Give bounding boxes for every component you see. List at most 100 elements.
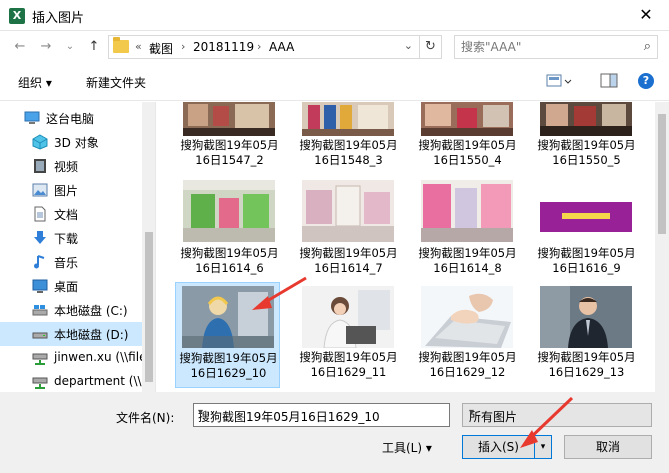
file-item[interactable]: 搜狗截图19年05月16日1616_9 [534,178,639,284]
file-name: 搜狗截图19年05月16日1614_8 [418,246,517,275]
sidebar-item-3d-objects[interactable]: 3D 对象 [0,130,142,154]
file-item[interactable]: 搜狗截图19年05月16日1629_13 [534,282,639,388]
sidebar-item-label: 桌面 [54,280,79,294]
sidebar-item-drive-d[interactable]: 本地磁盘 (D:) [0,322,142,346]
store-photo-thumbnail [421,102,513,136]
chevron-right-icon: › [181,40,186,53]
scrollbar-thumb[interactable] [145,232,153,382]
tools-menu[interactable]: 工具(L) ▾ [382,439,432,456]
organize-menu[interactable]: 组织 ▾ [18,74,52,91]
sidebar-scrollbar[interactable] [142,102,155,392]
sidebar-item-label: 视频 [54,160,79,174]
sidebar-item-label: 文档 [54,208,79,222]
store-photo-thumbnail [183,180,275,242]
breadcrumb-item[interactable]: 20181119 [193,40,254,54]
file-name: 搜狗截图19年05月16日1629_10 [179,351,278,380]
store-photo-thumbnail [421,180,513,242]
file-item[interactable]: 搜狗截图19年05月16日1629_11 [296,282,401,388]
command-bar: 组织 ▾ 新建文件夹 ? [0,63,669,101]
sidebar-item-downloads[interactable]: 下载 [0,226,142,250]
sidebar-item-label: department (\\ [54,374,142,388]
drive-icon [32,305,48,316]
3d-objects-icon [32,134,48,150]
refresh-button[interactable]: ↻ [419,36,441,58]
sidebar-item-label: jinwen.xu (\\file [54,350,147,364]
pictures-icon [32,183,48,197]
sidebar-item-label: 图片 [54,184,79,198]
folder-icon [113,37,129,53]
breadcrumb-item[interactable]: 截图 [149,40,173,57]
file-name: 搜狗截图19年05月16日1629_11 [299,350,398,379]
store-photo-thumbnail [183,102,275,136]
sidebar-item-label: 本地磁盘 (D:) [54,328,129,342]
close-button[interactable]: ✕ [623,0,669,30]
breadcrumb-item[interactable]: AAA [269,40,294,54]
file-list: 搜狗截图19年05月16日1547_2 搜狗截图19年05月16日1548_3 … [157,102,655,392]
woman-laptop-thumbnail [302,286,394,348]
cancel-button[interactable]: 取消 [564,435,652,459]
preview-pane-icon [600,73,618,88]
help-icon[interactable]: ? [638,73,654,89]
file-name: 搜狗截图19年05月16日1550_4 [418,138,517,167]
file-name: 搜狗截图19年05月16日1629_12 [418,350,517,379]
new-folder-button[interactable]: 新建文件夹 [86,74,146,91]
file-item[interactable]: 搜狗截图19年05月16日1629_12 [415,282,520,388]
search-box[interactable]: ⌕ [454,35,658,59]
file-item-selected[interactable]: 搜狗截图19年05月16日1629_10 [175,282,280,388]
dialog-footer: 文件名(N): 搜狗截图19年05月16日1629_10 ▾ 所有图片 ▾ 工具… [0,392,669,473]
view-options-button[interactable] [546,73,572,92]
sidebar-item-network-department[interactable]: department (\\ [0,370,142,392]
view-icon [546,74,572,87]
banner-thumbnail [540,202,632,232]
forward-button[interactable]: → [38,39,54,55]
up-button[interactable]: ↑ [86,39,102,55]
chevron-down-icon[interactable]: ▾ [198,407,445,418]
chevron-down-icon: ▾ [425,441,432,455]
file-name: 搜狗截图19年05月16日1629_13 [537,350,636,379]
sidebar-item-drive-c[interactable]: 本地磁盘 (C:) [0,298,142,322]
sidebar-item-music[interactable]: 音乐 [0,250,142,274]
sidebar-item-documents[interactable]: 文档 [0,202,142,226]
excel-icon: X [9,8,25,24]
video-icon [34,159,46,173]
chevron-down-icon[interactable]: ⌄ [404,39,413,52]
file-list-scrollbar[interactable] [655,102,669,392]
address-bar[interactable]: « 截图 › 20181119 › AAA ⌄ ↻ [108,35,442,59]
search-input[interactable] [461,39,631,55]
file-name: 搜狗截图19年05月16日1550_5 [537,138,636,167]
drive-icon [32,332,48,339]
file-item[interactable]: 搜狗截图19年05月16日1614_8 [415,178,520,284]
file-type-select[interactable]: 所有图片 ▾ [462,403,652,427]
download-icon [34,231,46,244]
back-button[interactable]: ← [12,39,28,55]
tools-label: 工具(L) [382,441,423,455]
music-icon [34,255,45,269]
insert-button[interactable]: 插入(S) [462,435,535,459]
computer-icon [24,111,40,124]
sidebar-item-network-jinwen[interactable]: jinwen.xu (\\file [0,346,146,370]
preview-pane-button[interactable] [600,73,618,92]
recent-locations-button[interactable]: ⌄ [62,39,78,55]
filename-field[interactable]: 搜狗截图19年05月16日1629_10 ▾ [193,403,450,427]
chevron-right-icon: › [257,40,262,53]
file-item[interactable]: 搜狗截图19年05月16日1614_7 [296,178,401,284]
desktop-icon [32,279,48,293]
sidebar-item-label: 音乐 [54,256,79,270]
search-icon[interactable]: ⌕ [644,39,651,54]
breadcrumb-overflow[interactable]: « [135,40,142,53]
file-name: 搜狗截图19年05月16日1614_6 [180,246,279,275]
sidebar-item-desktop[interactable]: 桌面 [0,274,142,298]
sidebar-item-videos[interactable]: 视频 [0,154,142,178]
sidebar-item-this-pc[interactable]: 这台电脑 [0,106,142,130]
file-name: 搜狗截图19年05月16日1614_7 [299,246,398,275]
sidebar-item-pictures[interactable]: 图片 [0,178,142,202]
window-title: 插入图片 [32,11,85,26]
scrollbar-thumb[interactable] [658,114,666,234]
filename-label: 文件名(N): [116,411,175,425]
store-photo-thumbnail [302,102,394,136]
insert-options-button[interactable]: ▾ [534,435,552,459]
sidebar-item-label: 3D 对象 [54,136,99,150]
navigation-pane: 这台电脑 3D 对象 视频 图片 文档 下载 音乐 桌面 本地磁盘 (C:) 本… [0,102,156,392]
file-item[interactable]: 搜狗截图19年05月16日1614_6 [177,178,282,284]
file-name: 搜狗截图19年05月16日1547_2 [180,138,279,167]
